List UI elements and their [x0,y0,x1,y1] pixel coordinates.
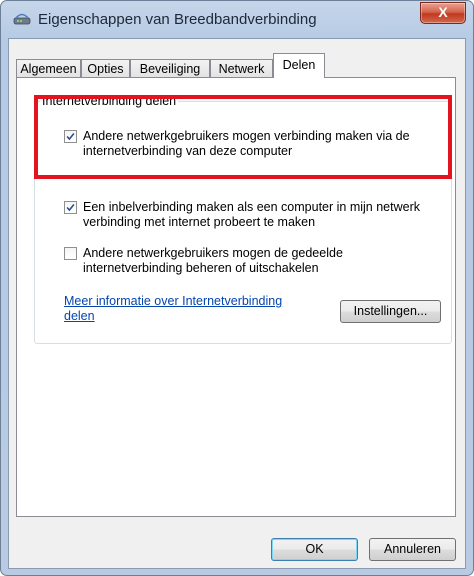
allow-users-control-checkbox[interactable] [64,247,77,260]
tab-algemeen[interactable]: Algemeen [16,59,81,77]
highlight-box [34,95,452,179]
option-text-line: internetverbinding beheren of uitschakel… [83,261,319,275]
option-text-line: Een inbelverbinding maken als een comput… [83,200,420,214]
dial-on-demand-checkbox[interactable] [64,201,77,214]
tab-netwerk[interactable]: Netwerk [210,59,273,77]
cancel-button[interactable]: Annuleren [369,538,456,561]
tab-opties[interactable]: Opties [81,59,130,77]
option-text-line: verbinding met internet probeert te make… [83,215,316,229]
close-button[interactable]: X [420,2,466,24]
settings-button[interactable]: Instellingen... [340,300,441,323]
properties-dialog: Eigenschappen van Breedbandverbinding X … [0,0,474,576]
link-text-line: Meer informatie over Internetverbinding [64,294,283,308]
window-title: Eigenschappen van Breedbandverbinding [38,11,317,28]
title-bar[interactable]: Eigenschappen van Breedbandverbinding X [1,1,473,38]
ok-button[interactable]: OK [271,538,358,561]
checkmark-icon [66,204,75,212]
allow-users-control-label: Andere netwerkgebruikers mogen de gedeel… [83,246,343,276]
option-text-line: Andere netwerkgebruikers mogen de gedeel… [83,246,343,260]
tab-beveiliging[interactable]: Beveiliging [130,59,210,77]
more-info-link[interactable]: Meer informatie over Internetverbinding … [64,294,282,324]
tab-delen[interactable]: Delen [273,53,325,78]
dial-on-demand-label: Een inbelverbinding maken als een comput… [83,200,420,230]
link-text-line: delen [64,309,95,323]
broadband-connection-icon [13,13,31,25]
